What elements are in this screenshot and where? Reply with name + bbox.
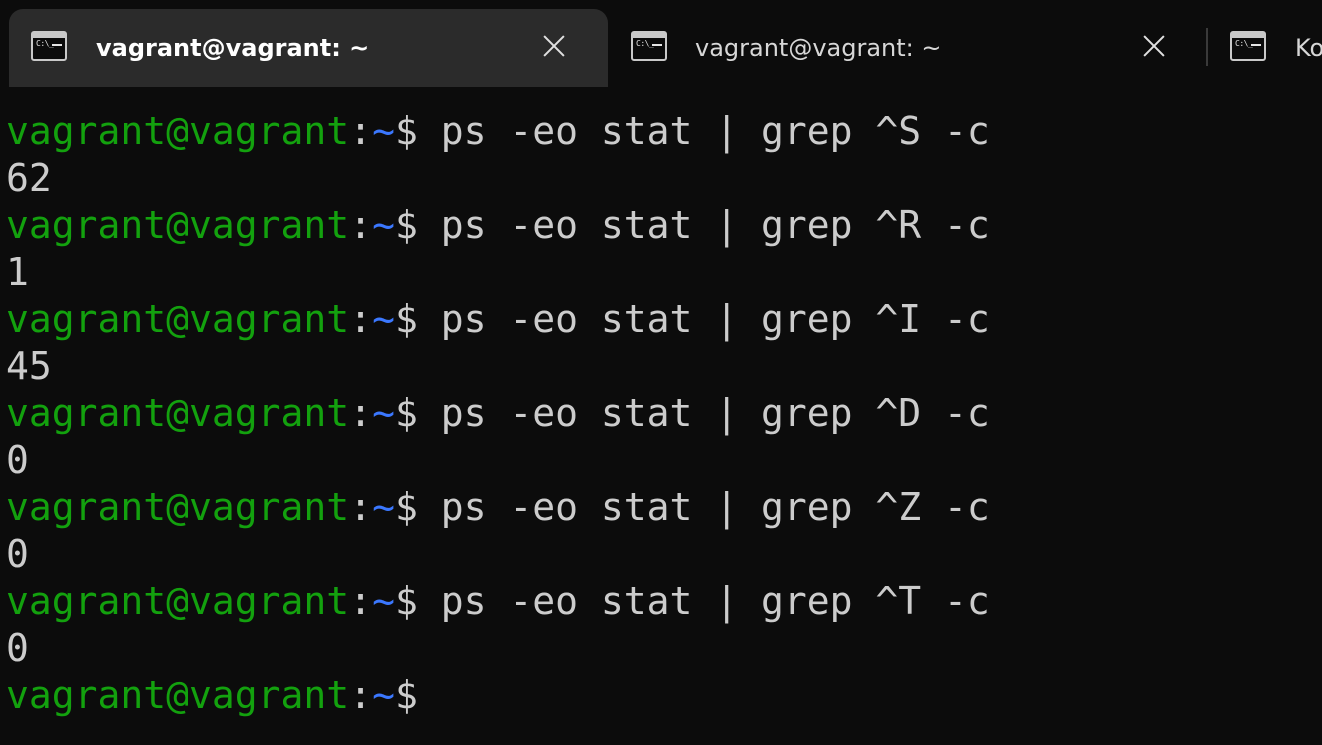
output-line: 1 [6,250,29,294]
command-text: ps -eo stat | grep ^S -c [417,109,990,153]
terminal-icon-cursor [52,44,62,46]
command-line: vagrant@vagrant:~$ ps -eo stat | grep ^S… [6,108,990,155]
terminal-icon: C:\_ [631,31,667,61]
prompt-dollar: $ [394,673,418,717]
prompt-colon: : [349,673,373,717]
command-line: vagrant@vagrant:~$ ps -eo stat | grep ^D… [6,390,990,437]
prompt-colon: : [349,391,373,435]
tab-bar: C:\_ vagrant@vagrant: ~ C:\_ vagrant@vag… [0,0,1322,87]
prompt-path: ~ [372,673,395,717]
prompt-path: ~ [372,485,395,529]
tab-2[interactable]: C:\_ vagrant@vagrant: ~ [609,9,1205,87]
tab-title: vagrant@vagrant: ~ [695,34,942,62]
command-text: ps -eo stat | grep ^D -c [417,391,990,435]
prompt-user-host: vagrant@vagrant [6,485,350,529]
output-line: 0 [6,438,29,482]
command-line: vagrant@vagrant:~$ ps -eo stat | grep ^I… [6,296,990,343]
prompt-colon: : [349,203,373,247]
prompt-colon: : [349,485,373,529]
prompt-colon: : [349,297,373,341]
prompt-dollar: $ [394,391,418,435]
prompt-user-host: vagrant@vagrant [6,109,350,153]
prompt-dollar: $ [394,203,418,247]
command-text: ps -eo stat | grep ^Z -c [417,485,990,529]
prompt-path: ~ [372,579,395,623]
output-line: 0 [6,626,29,670]
terminal-icon-glyph: C:\_ [636,39,654,48]
prompt-path: ~ [372,391,395,435]
command-line: vagrant@vagrant:~$ ps -eo stat | grep ^Z… [6,484,990,531]
terminal-icon-glyph: C:\_ [1235,39,1253,48]
prompt-user-host: vagrant@vagrant [6,673,350,717]
terminal-icon-glyph: C:\_ [36,39,54,48]
terminal-icon: C:\_ [31,31,67,61]
prompt-dollar: $ [394,579,418,623]
prompt-path: ~ [372,203,395,247]
tab-title: Ko [1295,34,1322,62]
command-line: vagrant@vagrant:~$ ps -eo stat | grep ^R… [6,202,990,249]
prompt-colon: : [349,579,373,623]
prompt-dollar: $ [394,485,418,529]
command-text: ps -eo stat | grep ^I -c [417,297,990,341]
command-text: ps -eo stat | grep ^T -c [417,579,990,623]
output-line: 45 [6,344,52,388]
terminal-icon: C:\_ [1230,31,1266,61]
prompt-user-host: vagrant@vagrant [6,579,350,623]
prompt-path: ~ [372,297,395,341]
command-text: ps -eo stat | grep ^R -c [417,203,990,247]
terminal-icon-cursor [652,44,662,46]
current-prompt-line[interactable]: vagrant@vagrant:~$ [6,672,418,719]
command-line: vagrant@vagrant:~$ ps -eo stat | grep ^T… [6,578,990,625]
tab-1[interactable]: C:\_ vagrant@vagrant: ~ [9,9,608,87]
output-line: 0 [6,532,29,576]
prompt-user-host: vagrant@vagrant [6,391,350,435]
terminal-icon-cursor [1251,44,1261,46]
terminal-output[interactable]: vagrant@vagrant:~$ ps -eo stat | grep ^S… [0,87,1322,745]
prompt-user-host: vagrant@vagrant [6,297,350,341]
prompt-dollar: $ [394,297,418,341]
output-line: 62 [6,156,52,200]
tab-3[interactable]: C:\_ Ko [1208,9,1322,87]
prompt-dollar: $ [394,109,418,153]
tab-title: vagrant@vagrant: ~ [96,34,370,62]
close-icon[interactable] [541,33,567,59]
prompt-path: ~ [372,109,395,153]
prompt-colon: : [349,109,373,153]
close-icon[interactable] [1141,33,1167,59]
prompt-user-host: vagrant@vagrant [6,203,350,247]
